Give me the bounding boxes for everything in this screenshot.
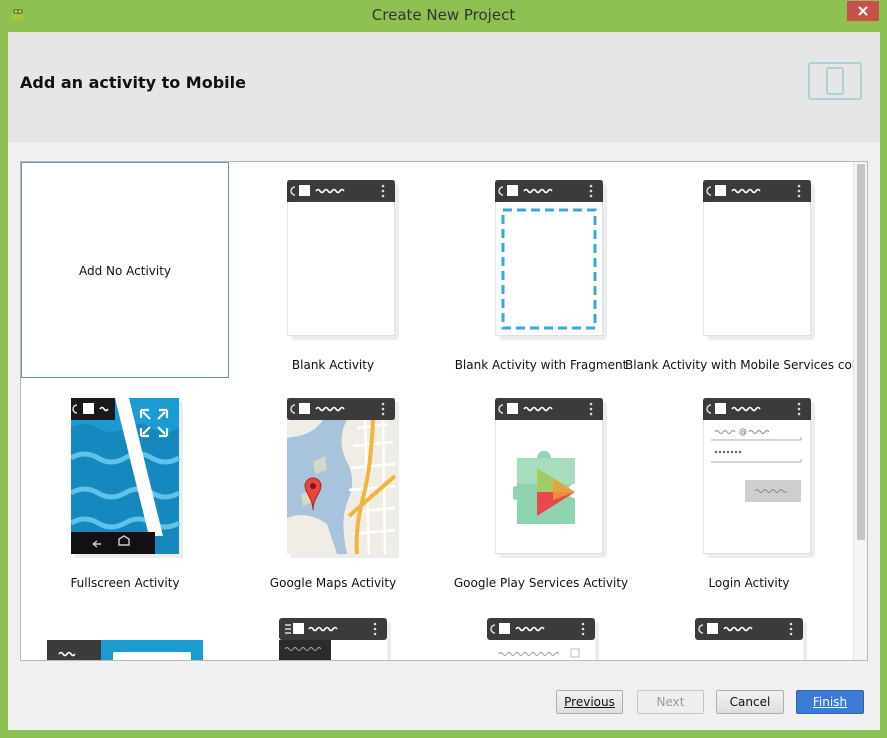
tile-google-maps-activity[interactable]: Google Maps Activity <box>229 380 437 596</box>
scrollbar-thumb[interactable] <box>857 164 865 540</box>
tile-label: Fullscreen Activity <box>70 576 180 590</box>
phone-preview <box>495 180 607 340</box>
tile-label: Blank Activity with Mobile Services conn… <box>625 358 868 372</box>
page-title: Add an activity to Mobile <box>20 73 246 92</box>
fullscreen-preview <box>71 398 183 558</box>
partial-tile-preview <box>279 618 391 660</box>
phone-preview <box>287 180 399 340</box>
action-bar <box>495 180 603 202</box>
tile-label: Add No Activity <box>78 264 172 278</box>
action-bar <box>287 180 395 202</box>
maps-preview <box>287 398 399 558</box>
window-title: Create New Project <box>371 6 516 24</box>
phone-preview <box>495 398 607 558</box>
svg-text:@: @ <box>739 427 747 436</box>
tile-google-play-services-activity[interactable]: Google Play Services Activity <box>437 380 645 596</box>
tile-label: Blank Activity with Fragment <box>454 358 628 372</box>
partial-tile-preview <box>47 640 203 660</box>
dialog-body: Add an activity to Mobile Add No Activit… <box>8 32 880 730</box>
title-bar: Create New Project <box>0 0 887 32</box>
cancel-button[interactable]: Cancel <box>716 690 784 714</box>
tile-blank-activity[interactable]: Blank Activity <box>229 162 437 378</box>
phone-preview: @ <box>703 398 815 558</box>
play-services-puzzle-icon <box>513 451 575 524</box>
finish-button[interactable]: Finish <box>796 690 864 714</box>
partial-tile-preview <box>695 618 807 660</box>
login-form-preview: @ <box>711 427 802 502</box>
next-button[interactable]: Next <box>637 690 704 714</box>
tile-blank-activity-mobile-services[interactable]: Blank Activity with Mobile Services conn… <box>625 162 867 378</box>
tile-label: Google Maps Activity <box>269 576 397 590</box>
close-icon <box>858 6 868 16</box>
tile-fullscreen-activity[interactable]: Fullscreen Activity <box>21 380 229 596</box>
partial-tile-preview <box>487 618 599 660</box>
mobile-device-icon <box>808 62 862 100</box>
activity-gallery: Add No Activity Blank Activity Blank Act… <box>20 161 868 661</box>
tile-login-activity[interactable]: @ Login Activity <box>645 380 853 596</box>
action-bar <box>703 180 811 202</box>
tile-blank-activity-with-fragment[interactable]: Blank Activity with Fragment <box>437 162 645 378</box>
phone-preview <box>703 180 815 340</box>
tile-label: Google Play Services Activity <box>453 576 629 590</box>
vertical-scrollbar[interactable] <box>853 162 867 660</box>
fragment-placeholder <box>501 208 597 330</box>
tile-label: Blank Activity <box>291 358 375 372</box>
previous-button[interactable]: Previous <box>556 690 623 714</box>
action-bar <box>495 398 603 420</box>
dialog-header: Add an activity to Mobile <box>8 32 880 142</box>
action-bar <box>703 398 811 420</box>
tile-add-no-activity[interactable]: Add No Activity <box>21 162 229 378</box>
close-button[interactable] <box>847 1 879 21</box>
tile-label: Login Activity <box>708 576 790 590</box>
window: Create New Project Add an activity to Mo… <box>0 0 887 738</box>
